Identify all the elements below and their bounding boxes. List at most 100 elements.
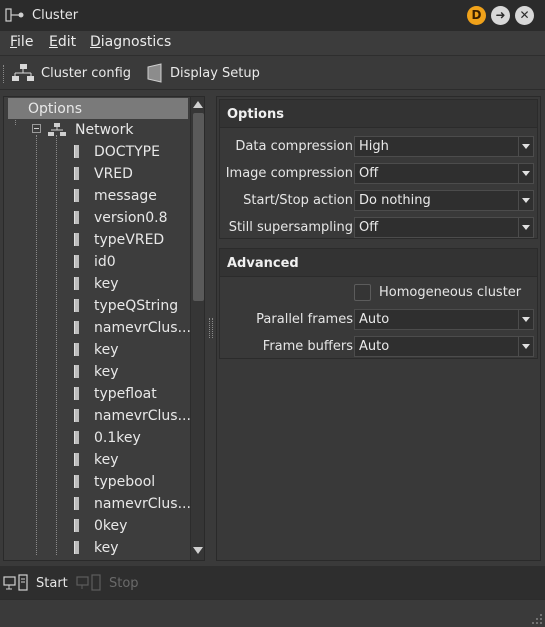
arrow-right-icon[interactable]: ➜ xyxy=(491,6,510,25)
tree-leaf[interactable]: namevrClus... xyxy=(74,493,191,514)
tree-leaf[interactable]: VRED xyxy=(74,163,133,184)
image-compression-select[interactable]: Off xyxy=(354,163,534,184)
tree-leaf[interactable]: namevrClus... xyxy=(74,405,191,426)
tree-leaf[interactable]: typefloat xyxy=(74,383,157,404)
tree-leaf-label: namevrClus... xyxy=(94,407,191,424)
options-group: Options Data compression High Image comp… xyxy=(219,99,538,239)
menu-file[interactable]: File xyxy=(10,34,33,50)
leaf-icon xyxy=(74,431,79,444)
menu-edit[interactable]: Edit xyxy=(49,34,76,50)
tree-leaf[interactable]: DOCTYPE xyxy=(74,141,160,162)
tree-leaf-label: namevrClus... xyxy=(94,319,191,336)
tree-leaf[interactable]: key xyxy=(74,339,119,360)
leaf-icon xyxy=(74,519,79,532)
tree-item-label: Network xyxy=(75,121,134,138)
tree-leaf[interactable]: namevrClus... xyxy=(74,317,191,338)
cluster-config-button[interactable]: Cluster config xyxy=(11,62,131,84)
leaf-icon xyxy=(74,211,79,224)
panel-splitter[interactable] xyxy=(209,318,213,338)
tree-leaf-label: message xyxy=(94,187,157,204)
frame-buffers-select[interactable]: Auto xyxy=(354,336,534,357)
display-setup-button[interactable]: Display Setup xyxy=(146,62,260,84)
leaf-icon xyxy=(74,343,79,356)
data-compression-select[interactable]: High xyxy=(354,136,534,157)
chevron-down-icon xyxy=(518,310,533,329)
title-bar: Cluster D ➜ ✕ xyxy=(0,0,545,31)
tree-leaf[interactable]: version0.8 xyxy=(74,207,168,228)
start-cluster-icon xyxy=(3,574,28,591)
tree-leaf[interactable]: key xyxy=(74,449,119,470)
leaf-icon xyxy=(74,387,79,400)
scroll-down-icon[interactable] xyxy=(193,547,203,554)
homogeneous-cluster-label[interactable]: Homogeneous cluster xyxy=(379,285,521,300)
image-compression-label: Image compression xyxy=(225,166,353,181)
leaf-icon xyxy=(74,167,79,180)
expand-toggle-icon[interactable] xyxy=(32,124,41,133)
start-button[interactable]: Start xyxy=(3,572,68,594)
bottom-toolbar: Start Stop xyxy=(0,566,545,599)
toolbar-grip[interactable] xyxy=(3,65,6,83)
scroll-up-icon[interactable] xyxy=(193,101,203,108)
leaf-icon xyxy=(74,255,79,268)
scroll-thumb[interactable] xyxy=(193,113,204,301)
tree-leaf-label: 0key xyxy=(94,517,128,534)
tree-leaf[interactable]: typeVRED xyxy=(74,229,164,250)
chevron-down-icon xyxy=(518,164,533,183)
tree-leaf-label: typeQString xyxy=(94,297,179,314)
tree-leaf-label: key xyxy=(94,363,119,380)
tree-leaf-label: 0.1key xyxy=(94,429,141,446)
start-label: Start xyxy=(36,575,68,591)
leaf-icon xyxy=(74,189,79,202)
leaf-icon xyxy=(74,277,79,290)
tree-scrollbar[interactable] xyxy=(190,97,204,560)
stop-button[interactable]: Stop xyxy=(76,572,139,594)
cluster-app-icon xyxy=(5,8,24,22)
tree-leaf[interactable]: 0.1key xyxy=(74,427,141,448)
leaf-icon xyxy=(74,409,79,422)
tree-panel[interactable]: Options Network DOCTYPE VRED message ver… xyxy=(3,96,205,561)
tree-leaf[interactable]: id0 xyxy=(74,251,116,272)
frame-buffers-label: Frame buffers xyxy=(262,339,353,354)
tree-leaf-label: version0.8 xyxy=(94,209,168,226)
tree-item-options[interactable]: Options xyxy=(8,98,188,119)
tree-leaf-label: typebool xyxy=(94,473,156,490)
resize-grip-icon[interactable] xyxy=(531,613,543,625)
start-stop-action-row: Start/Stop action Do nothing xyxy=(220,190,539,212)
tree-leaf-label: typefloat xyxy=(94,385,157,402)
data-compression-label: Data compression xyxy=(235,139,353,154)
network-icon xyxy=(48,122,66,136)
tree-leaf[interactable]: typebool xyxy=(74,471,155,492)
tree-leaf[interactable]: message xyxy=(74,185,157,206)
homogeneous-cluster-checkbox[interactable] xyxy=(354,284,371,301)
tree-leaf-label: namevrClus... xyxy=(94,495,191,512)
menu-diagnostics[interactable]: Diagnostics xyxy=(90,34,171,50)
tree-leaf[interactable]: key xyxy=(74,273,119,294)
still-supersampling-row: Still supersampling Off xyxy=(220,217,539,239)
tree-leaf-label: typeVRED xyxy=(94,231,165,248)
display-setup-label: Display Setup xyxy=(170,65,260,81)
select-value: Off xyxy=(359,166,379,181)
tree-item-label: Options xyxy=(28,100,83,117)
leaf-icon xyxy=(74,321,79,334)
close-icon[interactable]: ✕ xyxy=(515,6,534,25)
network-icon xyxy=(12,64,34,81)
window-title: Cluster xyxy=(32,8,79,23)
status-bar xyxy=(0,599,545,627)
still-supersampling-select[interactable]: Off xyxy=(354,217,534,238)
tree-leaf[interactable]: typeQString xyxy=(74,295,178,316)
chevron-down-icon xyxy=(518,337,533,356)
still-supersampling-label: Still supersampling xyxy=(228,220,353,235)
tree-leaf[interactable]: key xyxy=(74,361,119,382)
tree-leaf[interactable]: key xyxy=(74,537,119,558)
start-stop-action-select[interactable]: Do nothing xyxy=(354,190,534,211)
stop-label: Stop xyxy=(109,575,139,591)
badge-d-icon[interactable]: D xyxy=(467,6,486,25)
leaf-icon xyxy=(74,453,79,466)
advanced-group: Advanced Homogeneous cluster Parallel fr… xyxy=(219,248,538,359)
tree-leaf[interactable]: 0key xyxy=(74,515,127,536)
menu-bar: File Edit Diagnostics xyxy=(0,31,545,56)
toolbar: Cluster config Display Setup xyxy=(0,57,545,90)
select-value: Auto xyxy=(359,312,390,327)
parallel-frames-select[interactable]: Auto xyxy=(354,309,534,330)
tree-item-network[interactable]: Network xyxy=(48,119,133,140)
